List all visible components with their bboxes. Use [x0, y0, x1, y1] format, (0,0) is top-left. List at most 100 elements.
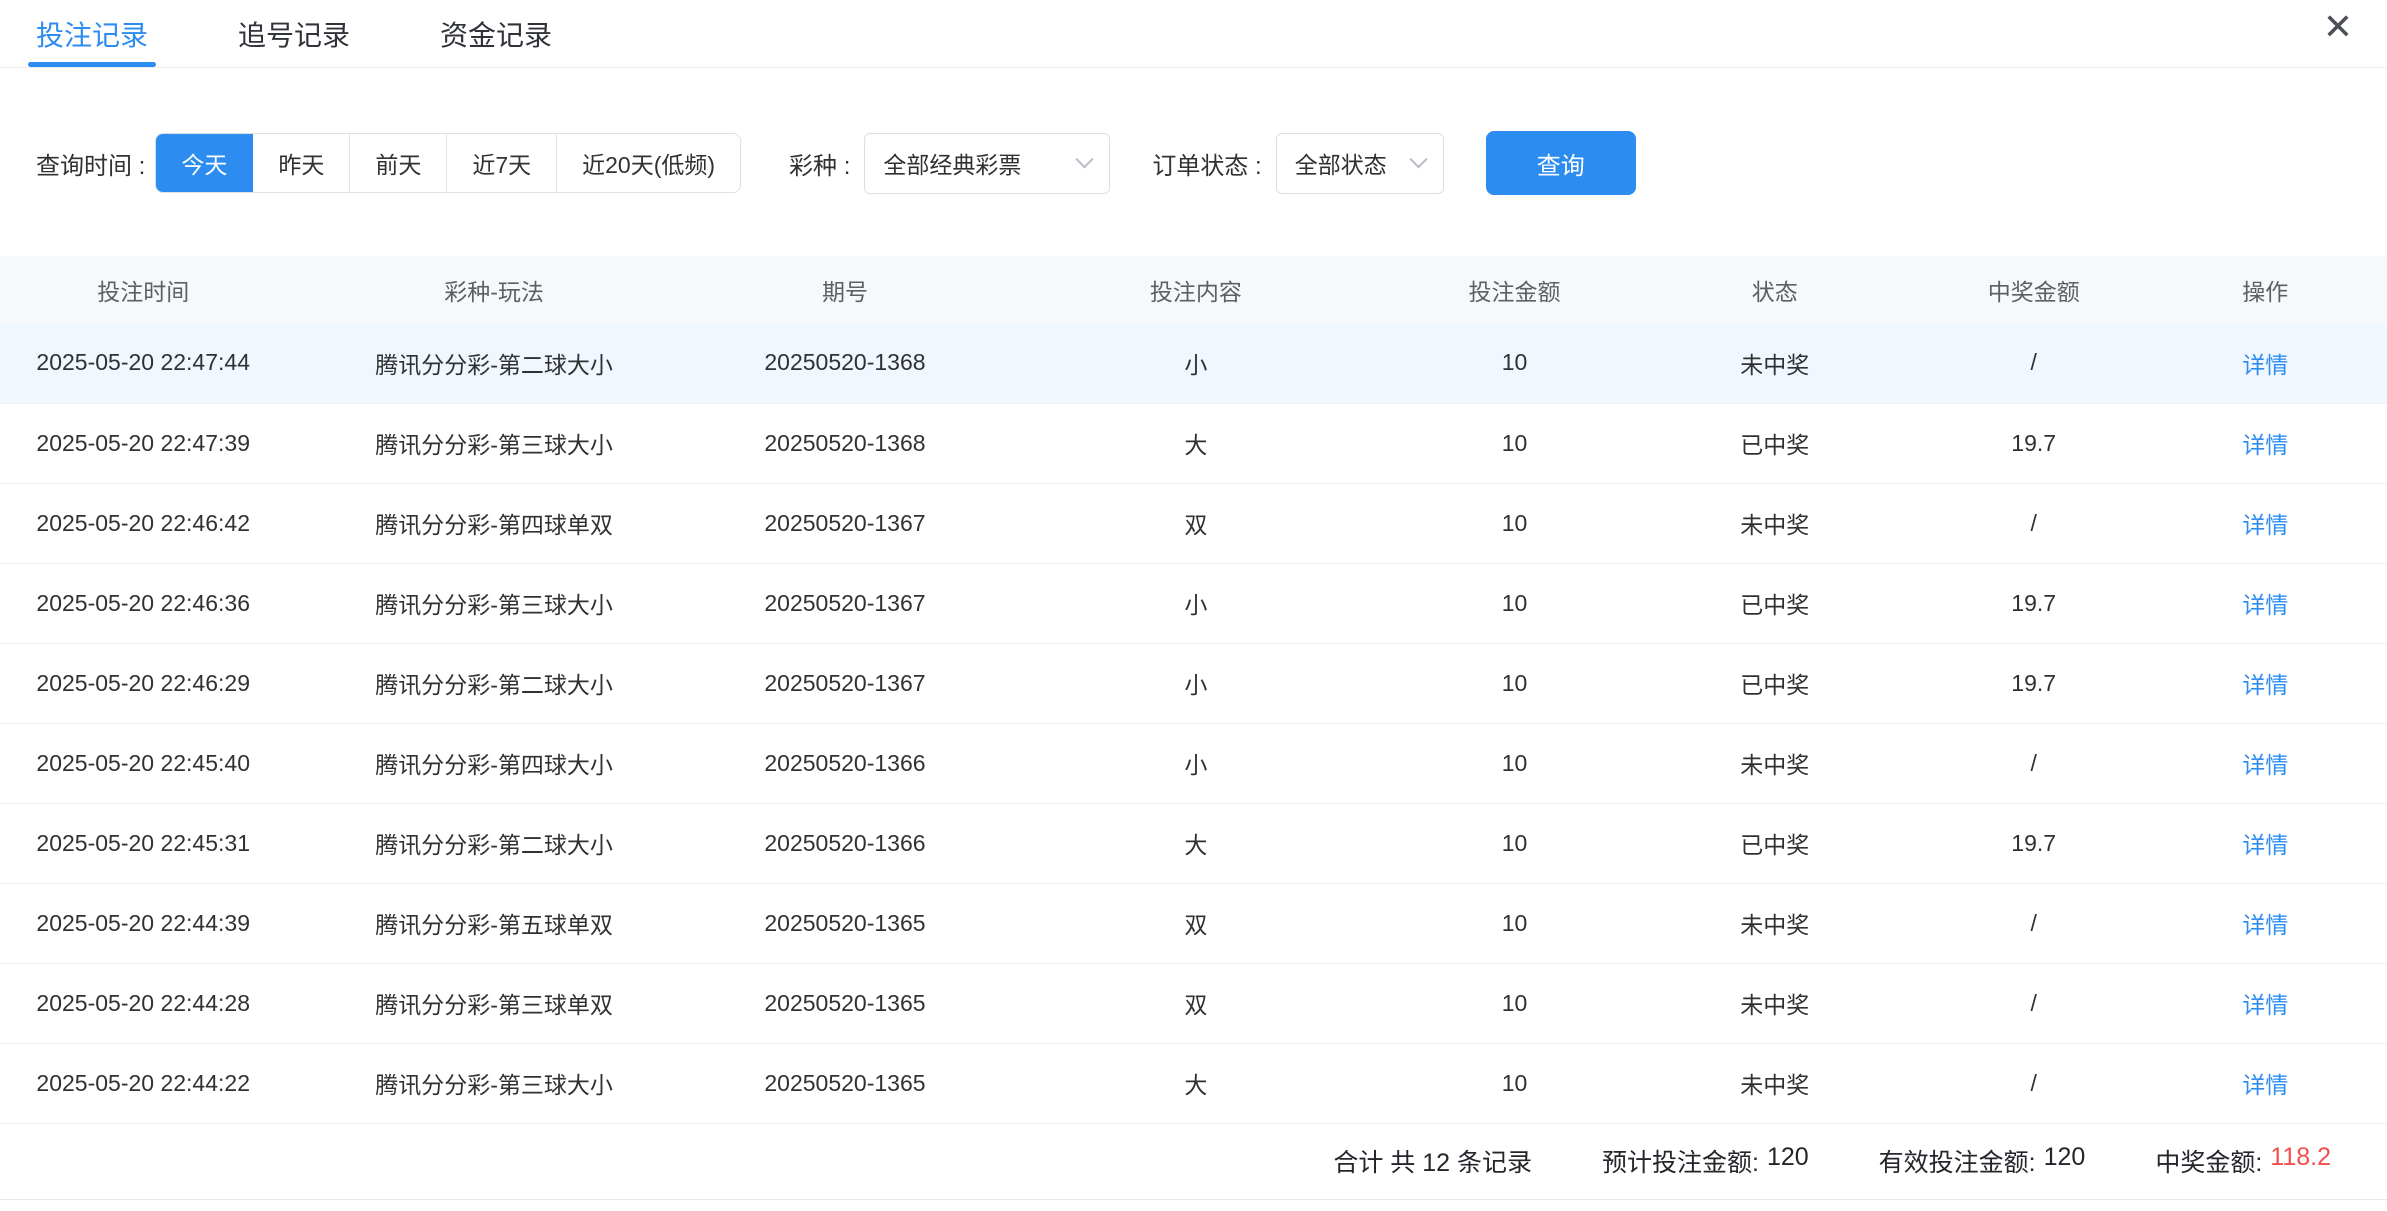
cell-game-play: 腾讯分分彩-第二球大小: [286, 323, 701, 403]
cell-bet-time: 2025-05-20 22:44:39: [0, 883, 286, 963]
cell-status: 已中奖: [1626, 563, 1924, 643]
detail-link[interactable]: 详情: [2242, 352, 2288, 378]
time-filter-group: 今天昨天前天近7天近20天(低频): [155, 133, 741, 193]
tab-bar: 投注记录 追号记录 资金记录 ✕: [0, 0, 2387, 68]
cell-status: 未中奖: [1626, 1043, 1924, 1123]
time-filter-option[interactable]: 近7天: [447, 134, 557, 192]
detail-link[interactable]: 详情: [2242, 512, 2288, 538]
cell-operation: 详情: [2143, 403, 2387, 483]
lottery-select[interactable]: 全部经典彩票: [864, 133, 1110, 194]
table-row: 2025-05-20 22:44:28 腾讯分分彩-第三球单双 20250520…: [0, 963, 2387, 1043]
detail-link[interactable]: 详情: [2242, 672, 2288, 698]
chevron-down-icon: [1409, 150, 1427, 168]
query-button[interactable]: 查询: [1486, 131, 1636, 195]
table-row: 2025-05-20 22:46:36 腾讯分分彩-第三球大小 20250520…: [0, 563, 2387, 643]
order-status-select[interactable]: 全部状态: [1276, 133, 1444, 194]
detail-link[interactable]: 详情: [2242, 912, 2288, 938]
time-filter-option[interactable]: 今天: [156, 134, 253, 192]
column-header: 投注内容: [988, 256, 1403, 323]
column-header: 彩种-玩法: [286, 256, 701, 323]
cell-issue-number: 20250520-1365: [702, 883, 988, 963]
cell-game-play: 腾讯分分彩-第五球单双: [286, 883, 701, 963]
order-status-filter-label: 订单状态 :: [1152, 146, 1261, 181]
table-row: 2025-05-20 22:46:29 腾讯分分彩-第二球大小 20250520…: [0, 643, 2387, 723]
cell-bet-time: 2025-05-20 22:47:44: [0, 323, 286, 403]
cell-operation: 详情: [2143, 723, 2387, 803]
time-filter-label: 查询时间 :: [36, 146, 145, 181]
cell-bet-time: 2025-05-20 22:47:39: [0, 403, 286, 483]
cell-game-play: 腾讯分分彩-第三球大小: [286, 403, 701, 483]
chevron-down-icon: [1076, 150, 1094, 168]
summary-total: 合计 共 12 条记录: [1333, 1143, 1532, 1179]
cell-bet-time: 2025-05-20 22:44:28: [0, 963, 286, 1043]
filter-bar: 查询时间 : 今天昨天前天近7天近20天(低频) 彩种 : 全部经典彩票 订单状…: [0, 130, 2387, 196]
time-filter-option[interactable]: 近20天(低频): [557, 134, 740, 192]
detail-link[interactable]: 详情: [2242, 432, 2288, 458]
cell-bet-time: 2025-05-20 22:46:29: [0, 643, 286, 723]
table-body: 2025-05-20 22:47:44 腾讯分分彩-第二球大小 20250520…: [0, 323, 2387, 1123]
detail-link[interactable]: 详情: [2242, 592, 2288, 618]
tab-chase-records[interactable]: 追号记录: [238, 0, 350, 67]
table-row: 2025-05-20 22:45:40 腾讯分分彩-第四球大小 20250520…: [0, 723, 2387, 803]
cell-bet-time: 2025-05-20 22:46:36: [0, 563, 286, 643]
cell-operation: 详情: [2143, 963, 2387, 1043]
cell-issue-number: 20250520-1368: [702, 323, 988, 403]
table-header-row: 投注时间彩种-玩法期号投注内容投注金额状态中奖金额操作: [0, 256, 2387, 323]
cell-bet-content: 小: [988, 563, 1403, 643]
cell-status: 未中奖: [1626, 963, 1924, 1043]
cell-bet-amount: 10: [1404, 643, 1626, 723]
cell-status: 未中奖: [1626, 883, 1924, 963]
cell-operation: 详情: [2143, 483, 2387, 563]
cell-win-amount: /: [1924, 483, 2144, 563]
cell-game-play: 腾讯分分彩-第三球大小: [286, 563, 701, 643]
cell-bet-amount: 10: [1404, 723, 1626, 803]
cell-game-play: 腾讯分分彩-第三球大小: [286, 1043, 701, 1123]
detail-link[interactable]: 详情: [2242, 992, 2288, 1018]
time-filter-option[interactable]: 前天: [350, 134, 447, 192]
cell-status: 已中奖: [1626, 803, 1924, 883]
cell-status: 未中奖: [1626, 323, 1924, 403]
cell-bet-amount: 10: [1404, 883, 1626, 963]
cell-issue-number: 20250520-1368: [702, 403, 988, 483]
cell-bet-time: 2025-05-20 22:45:40: [0, 723, 286, 803]
cell-status: 未中奖: [1626, 483, 1924, 563]
cell-bet-amount: 10: [1404, 963, 1626, 1043]
tab-bet-records[interactable]: 投注记录: [36, 0, 148, 67]
cell-operation: 详情: [2143, 563, 2387, 643]
cell-win-amount: /: [1924, 323, 2144, 403]
summary-expected-bet: 预计投注金额:120: [1602, 1143, 1809, 1179]
tab-fund-records[interactable]: 资金记录: [440, 0, 552, 67]
column-header: 中奖金额: [1924, 256, 2144, 323]
summary-valid-bet: 有效投注金额:120: [1879, 1143, 2086, 1179]
close-icon[interactable]: ✕: [2323, 10, 2353, 46]
cell-operation: 详情: [2143, 803, 2387, 883]
detail-link[interactable]: 详情: [2242, 1072, 2288, 1098]
summary-bar: 合计 共 12 条记录 预计投注金额:120 有效投注金额:120 中奖金额:1…: [0, 1124, 2387, 1200]
cell-bet-content: 小: [988, 323, 1403, 403]
cell-win-amount: /: [1924, 723, 2144, 803]
cell-operation: 详情: [2143, 1043, 2387, 1123]
column-header: 投注时间: [0, 256, 286, 323]
cell-bet-content: 大: [988, 803, 1403, 883]
cell-issue-number: 20250520-1365: [702, 1043, 988, 1123]
detail-link[interactable]: 详情: [2242, 752, 2288, 778]
cell-game-play: 腾讯分分彩-第四球单双: [286, 483, 701, 563]
cell-win-amount: 19.7: [1924, 563, 2144, 643]
cell-bet-amount: 10: [1404, 563, 1626, 643]
time-filter-option[interactable]: 昨天: [253, 134, 350, 192]
cell-bet-content: 双: [988, 483, 1403, 563]
cell-game-play: 腾讯分分彩-第二球大小: [286, 643, 701, 723]
cell-bet-content: 小: [988, 723, 1403, 803]
cell-bet-amount: 10: [1404, 803, 1626, 883]
cell-game-play: 腾讯分分彩-第三球单双: [286, 963, 701, 1043]
cell-win-amount: /: [1924, 883, 2144, 963]
cell-bet-amount: 10: [1404, 323, 1626, 403]
table-row: 2025-05-20 22:44:39 腾讯分分彩-第五球单双 20250520…: [0, 883, 2387, 963]
cell-win-amount: /: [1924, 963, 2144, 1043]
cell-win-amount: /: [1924, 1043, 2144, 1123]
cell-game-play: 腾讯分分彩-第二球大小: [286, 803, 701, 883]
cell-issue-number: 20250520-1365: [702, 963, 988, 1043]
column-header: 操作: [2143, 256, 2387, 323]
cell-win-amount: 19.7: [1924, 403, 2144, 483]
detail-link[interactable]: 详情: [2242, 832, 2288, 858]
